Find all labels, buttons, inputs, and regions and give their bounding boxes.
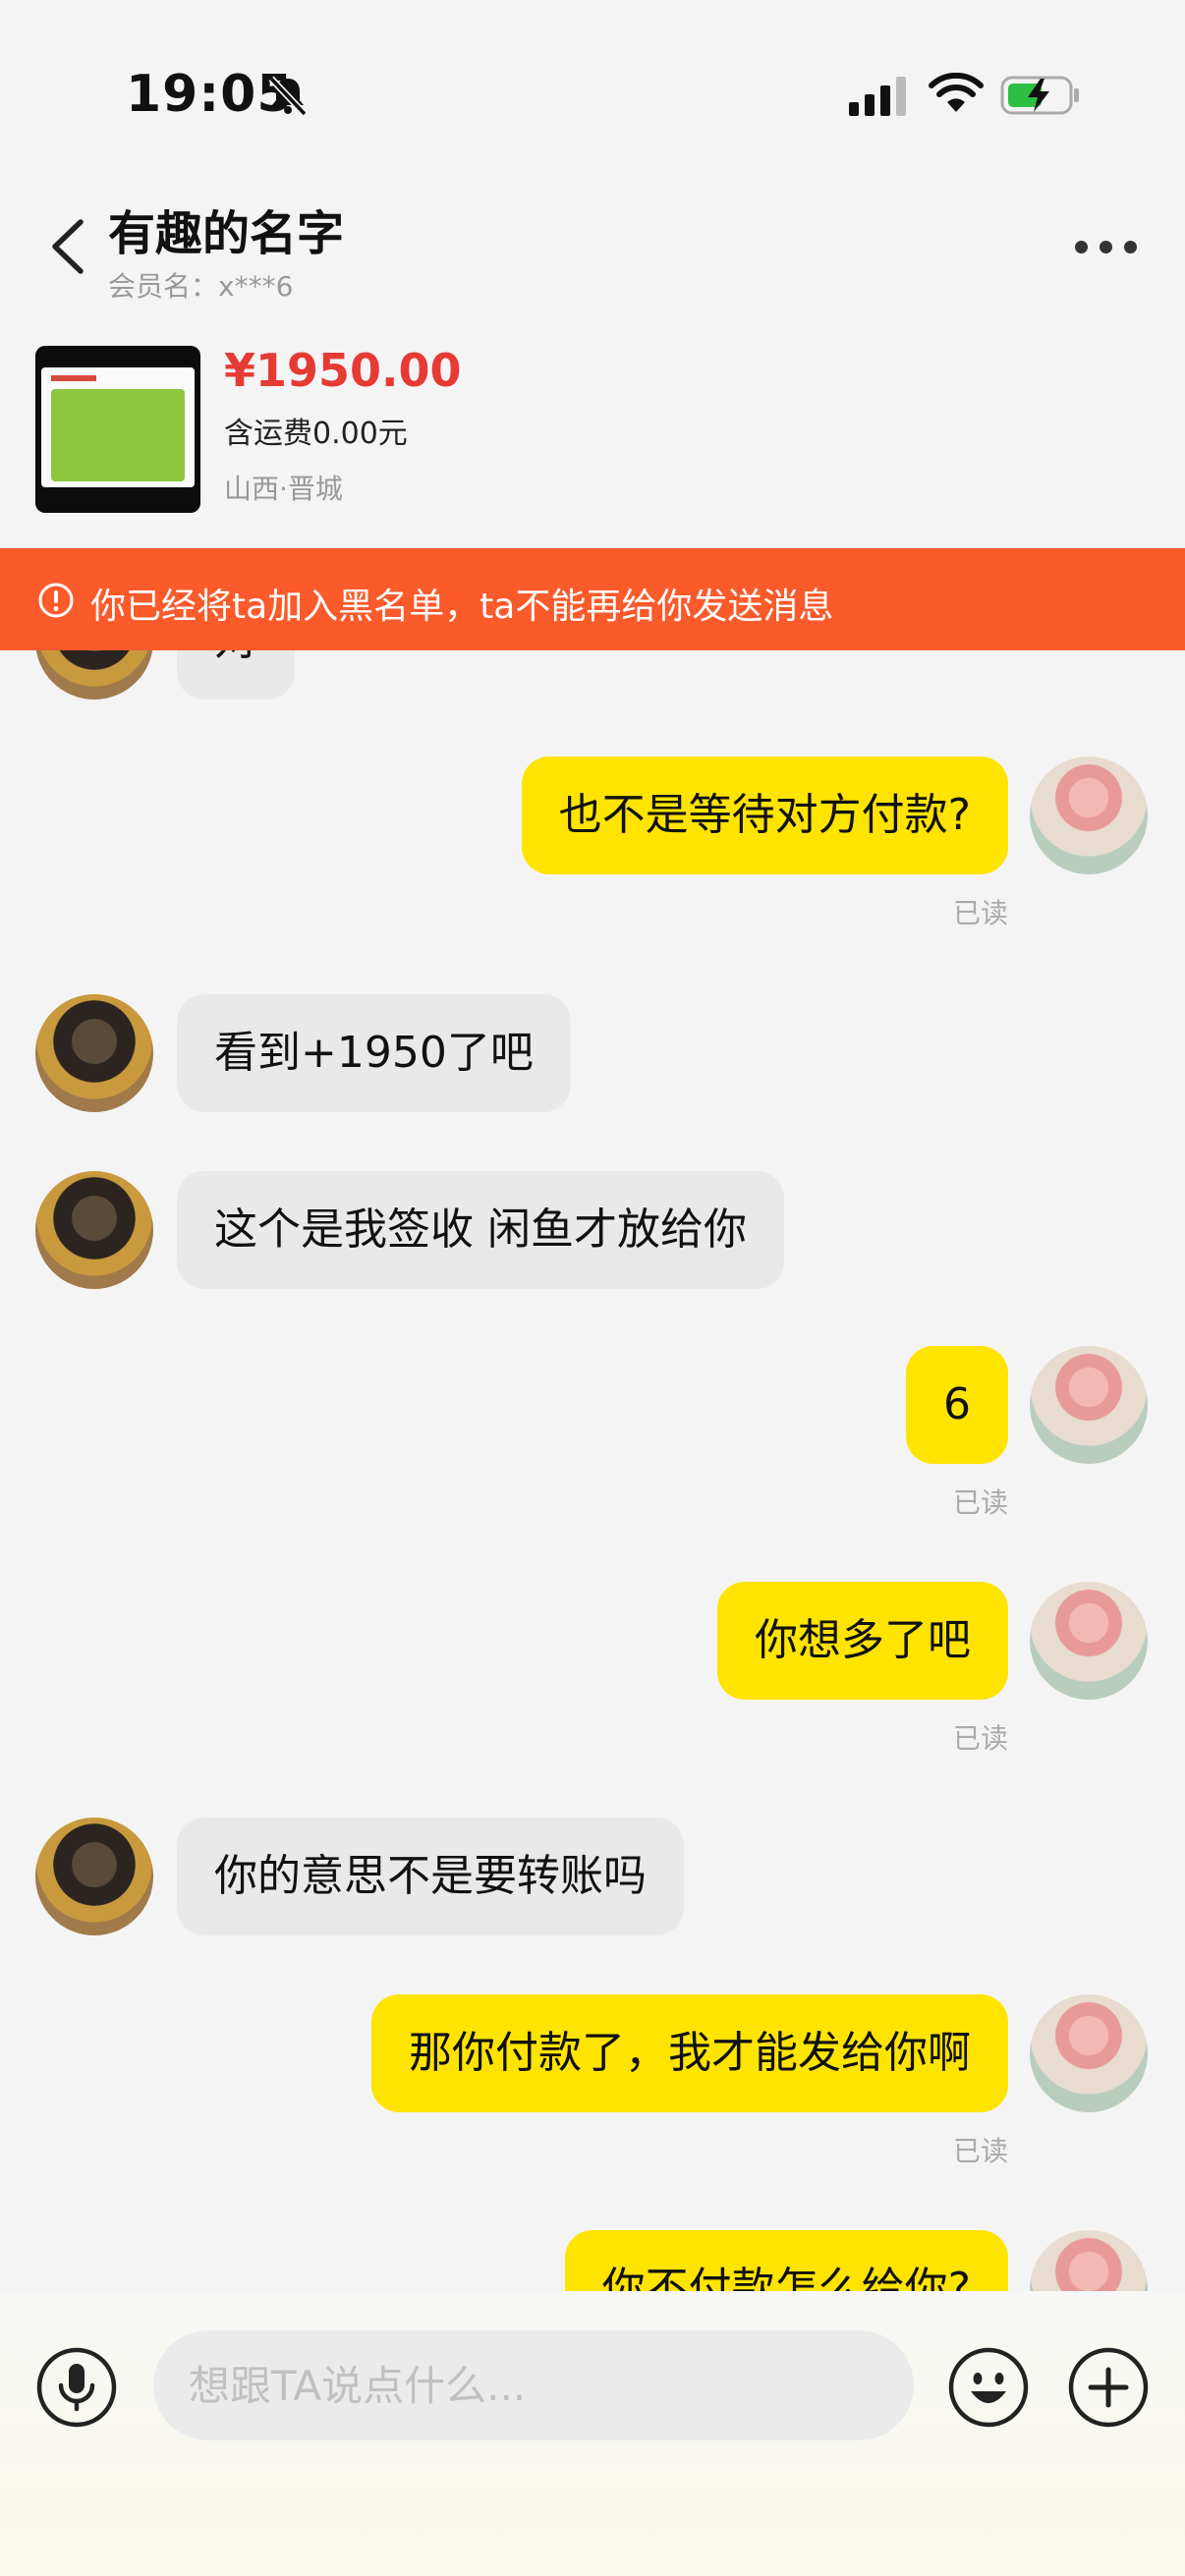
message-bubble[interactable]: 你想多了吧 — [717, 1582, 1008, 1700]
avatar[interactable] — [1030, 2230, 1148, 2291]
wifi-icon — [929, 73, 984, 112]
chat-messages[interactable]: 对 也不是等待对方付款? 已读 看到+1950了吧 这个是我签收 闲鱼才放给你 … — [0, 650, 1185, 2291]
read-status: 已读 — [952, 2135, 1008, 2167]
product-price: ¥1950.00 — [224, 344, 462, 397]
message-bubble[interactable]: 看到+1950了吧 — [177, 994, 571, 1112]
message-bubble[interactable]: 也不是等待对方付款? — [521, 756, 1008, 874]
bell-muted-icon — [268, 76, 308, 117]
avatar[interactable] — [35, 1818, 153, 1935]
avatar[interactable] — [35, 994, 153, 1112]
status-bar: 19:05 — [0, 0, 1185, 177]
chevron-left-icon[interactable] — [43, 212, 92, 281]
message-bubble[interactable]: 对 — [177, 650, 295, 700]
read-status: 已读 — [952, 1722, 1008, 1755]
message-bubble[interactable]: 6 — [906, 1346, 1008, 1464]
message-bubble[interactable]: 这个是我签收 闲鱼才放给你 — [177, 1171, 784, 1289]
avatar[interactable] — [1030, 756, 1148, 874]
more-dots-icon[interactable] — [1073, 232, 1140, 261]
avatar[interactable] — [1030, 1994, 1148, 2112]
chat-header: 有趣的名字 会员名：x***6 — [0, 177, 1185, 314]
message-bubble[interactable]: 你不付款怎么给你? — [564, 2230, 1008, 2291]
input-bar — [0, 2291, 1185, 2576]
avatar[interactable] — [35, 650, 153, 700]
cell-signal-icon — [849, 77, 906, 116]
avatar[interactable] — [1030, 1582, 1148, 1700]
member-name: 会员名：x***6 — [108, 270, 294, 303]
page-title: 有趣的名字 — [108, 206, 345, 261]
banner-text: 你已经将ta加入黑名单，ta不能再给你发送消息 — [90, 587, 834, 627]
blacklist-banner: 你已经将ta加入黑名单，ta不能再给你发送消息 — [0, 548, 1185, 650]
message-input[interactable] — [153, 2330, 914, 2440]
read-status: 已读 — [952, 1486, 1008, 1519]
product-location: 山西·晋城 — [224, 473, 343, 505]
microphone-icon[interactable] — [35, 2346, 118, 2429]
message-bubble[interactable]: 你的意思不是要转账吗 — [177, 1818, 684, 1935]
avatar[interactable] — [1030, 1346, 1148, 1464]
product-card[interactable]: ¥1950.00 含运费0.00元 山西·晋城 — [0, 334, 1185, 550]
product-thumbnail[interactable] — [35, 346, 200, 513]
alert-circle-icon — [38, 583, 74, 618]
message-bubble[interactable]: 那你付款了，我才能发给你啊 — [371, 1994, 1008, 2112]
plus-icon[interactable] — [1067, 2346, 1150, 2429]
emoji-icon[interactable] — [947, 2346, 1030, 2429]
read-status: 已读 — [952, 897, 1008, 929]
battery-charging-icon — [1000, 76, 1079, 115]
avatar[interactable] — [35, 1171, 153, 1289]
product-shipping: 含运费0.00元 — [224, 417, 408, 451]
